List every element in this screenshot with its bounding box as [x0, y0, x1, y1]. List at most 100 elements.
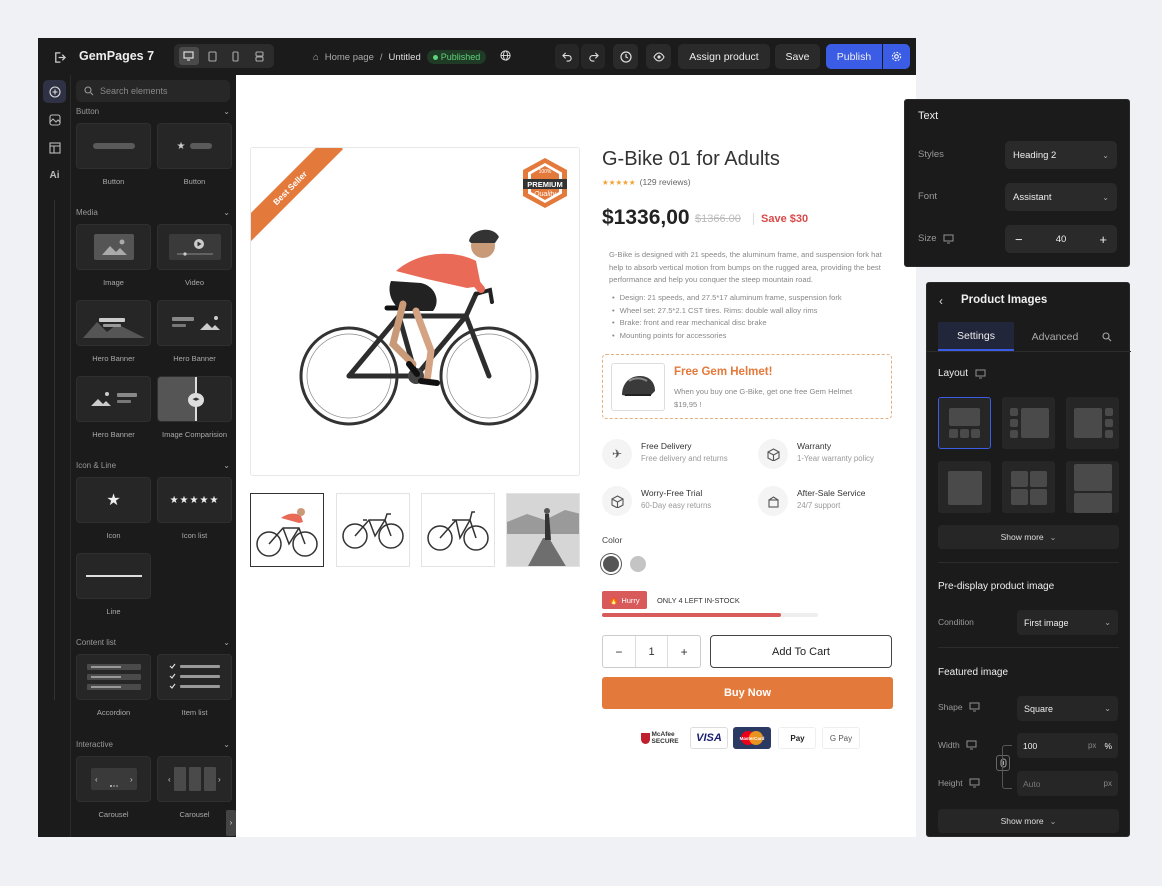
tablet-device-icon[interactable] — [202, 47, 222, 65]
review-count: (129 reviews) — [639, 177, 691, 187]
color-swatch-light[interactable] — [630, 556, 646, 572]
svg-text:‹: ‹ — [168, 775, 171, 784]
undo-icon — [561, 52, 572, 62]
thumbnail-4[interactable] — [506, 493, 580, 567]
size-plus-button[interactable]: + — [1099, 232, 1107, 247]
desktop-device-icon[interactable] — [178, 47, 199, 65]
breadcrumb-home[interactable]: Home page — [325, 52, 374, 63]
layout-option-1[interactable] — [938, 397, 991, 449]
redo-button[interactable] — [581, 44, 605, 69]
element-video[interactable]: Video — [157, 224, 232, 287]
app-logo: GemPages 7 — [79, 49, 155, 63]
publish-button[interactable]: Publish — [826, 44, 882, 69]
save-button[interactable]: Save — [775, 44, 820, 69]
element-icon[interactable]: ★ Icon — [76, 477, 151, 540]
section-interactive[interactable]: Interactive ⌄ — [76, 740, 230, 749]
add-element-icon[interactable] — [43, 80, 66, 103]
element-label: Image — [103, 278, 124, 287]
star-icon: ★ — [106, 492, 121, 509]
section-content-list[interactable]: Content list ⌄ — [76, 638, 230, 647]
element-accordion[interactable]: Accordion — [76, 654, 151, 717]
theme-icon[interactable] — [43, 108, 66, 131]
condition-select[interactable]: First image ⌄ — [1017, 610, 1118, 635]
search-input[interactable]: Search elements — [76, 80, 230, 102]
ai-icon[interactable]: Ai — [43, 164, 66, 187]
font-select[interactable]: Assistant ⌄ — [1005, 183, 1117, 211]
promo-text: When you buy one G-Bike, get one free Ge… — [674, 387, 853, 409]
undo-button[interactable] — [555, 44, 579, 69]
carousel-scroll-right-button[interactable]: › — [226, 810, 236, 836]
mcafee-label: McAfee SECURE — [651, 731, 679, 745]
divider — [938, 562, 1119, 563]
element-line[interactable]: Line — [76, 553, 151, 616]
layout-option-5[interactable] — [1002, 461, 1055, 513]
page-name[interactable]: Untitled — [389, 52, 421, 63]
layout-option-4[interactable] — [938, 461, 991, 513]
height-input[interactable]: Auto px — [1017, 771, 1118, 796]
element-hero-banner-3[interactable]: Hero Banner — [76, 376, 151, 439]
layout-icon[interactable] — [43, 136, 66, 159]
element-hero-banner-1[interactable]: Hero Banner — [76, 300, 151, 363]
unit-percent[interactable]: % — [1104, 741, 1112, 751]
qty-minus-button[interactable]: − — [603, 636, 635, 667]
assign-product-button[interactable]: Assign product — [678, 44, 770, 69]
buy-now-button[interactable]: Buy Now — [602, 677, 893, 709]
show-more-featured-button[interactable]: Show more ⌄ — [938, 809, 1119, 833]
element-label: Video — [184, 278, 205, 287]
layout-option-3[interactable] — [1066, 397, 1119, 449]
shape-value: Square — [1024, 703, 1054, 714]
size-minus-button[interactable]: − — [1015, 232, 1023, 247]
styles-select[interactable]: Heading 2 ⌄ — [1005, 141, 1117, 169]
status-badge: Published — [426, 50, 487, 64]
element-hero-banner-2[interactable]: Hero Banner — [157, 300, 232, 363]
element-item-list[interactable]: Item list — [157, 654, 232, 717]
list-item: Brake: front and rear mechanical disc br… — [612, 317, 842, 330]
tab-settings[interactable]: Settings — [938, 322, 1014, 351]
history-button[interactable] — [613, 44, 638, 69]
thumbnail-2[interactable] — [336, 493, 410, 567]
back-icon[interactable]: ‹ — [939, 294, 943, 308]
search-icon[interactable] — [1097, 322, 1117, 351]
element-button[interactable]: Button — [76, 123, 151, 186]
show-more-layouts-button[interactable]: Show more ⌄ — [938, 525, 1119, 549]
qty-value[interactable]: 1 — [634, 636, 669, 667]
color-swatch-dark[interactable] — [603, 556, 619, 572]
section-button[interactable]: Button ⌄ — [76, 107, 230, 116]
globe-icon[interactable] — [500, 50, 511, 64]
element-label: Carousel — [179, 810, 210, 819]
feature-worry-free-trial: Worry-Free Trial 60-Day easy returns — [602, 486, 752, 520]
element-image[interactable]: Image — [76, 224, 151, 287]
element-icon-list[interactable]: ★★★★★ Icon list — [157, 477, 232, 540]
height-placeholder: Auto — [1023, 778, 1041, 789]
color-label: Color — [602, 535, 623, 545]
product-rating[interactable]: ★★★★★ (129 reviews) — [602, 177, 691, 187]
mobile-device-icon[interactable] — [226, 47, 246, 65]
thumbnail-3[interactable] — [421, 493, 495, 567]
add-to-cart-button[interactable]: Add To Cart — [710, 635, 892, 668]
layers-device-icon[interactable] — [249, 47, 269, 65]
tab-advanced[interactable]: Advanced — [1021, 322, 1089, 351]
layout-option-2[interactable] — [1002, 397, 1055, 449]
exit-icon[interactable] — [51, 49, 67, 65]
preview-button[interactable] — [646, 44, 671, 69]
unit-px[interactable]: px — [1088, 741, 1096, 750]
publish-settings-button[interactable] — [883, 44, 910, 69]
element-label: Button — [102, 177, 125, 186]
qty-plus-button[interactable]: + — [668, 636, 700, 667]
layout-option-6[interactable] — [1066, 461, 1119, 513]
element-carousel-1[interactable]: ‹ › Carousel — [76, 756, 151, 819]
product-title: G-Bike 01 for Adults — [602, 148, 780, 170]
section-media[interactable]: Media ⌄ — [76, 208, 230, 217]
chevron-down-icon: ⌄ — [223, 107, 230, 116]
main-product-image[interactable]: Best Seller 100% PREMIUM Quality — [250, 147, 580, 476]
element-carousel-2[interactable]: ‹ › Carousel — [157, 756, 232, 819]
size-value[interactable]: 40 — [1056, 234, 1067, 245]
thumbnail-1[interactable] — [250, 493, 324, 567]
element-button-icon[interactable]: ★ Button — [157, 123, 232, 186]
width-input[interactable]: 100 px % — [1017, 733, 1118, 758]
feature-title: Free Delivery — [641, 441, 692, 451]
element-image-comparison[interactable]: ◂▸ Image Comparision — [157, 376, 232, 439]
section-icon-line[interactable]: Icon & Line ⌄ — [76, 461, 230, 470]
shape-select[interactable]: Square ⌄ — [1017, 696, 1118, 721]
mcafee-badge: McAfee SECURE — [638, 727, 684, 749]
